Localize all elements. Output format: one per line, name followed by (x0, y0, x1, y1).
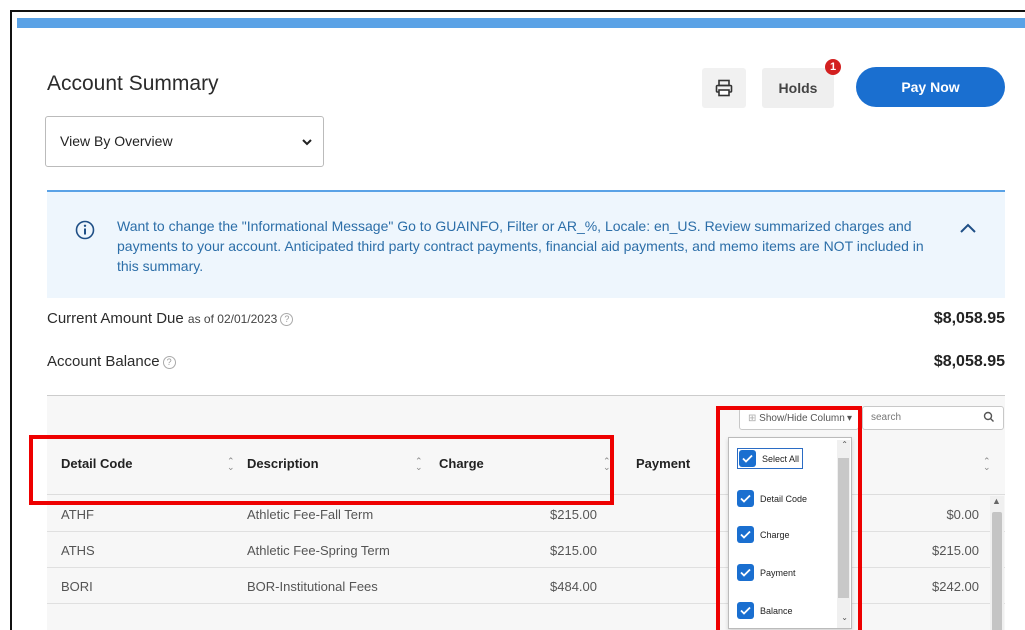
help-icon[interactable]: ? (162, 356, 176, 369)
highlight-box-column-menu (716, 406, 862, 630)
page-title: Account Summary (47, 72, 219, 95)
printer-icon (715, 79, 733, 97)
chevron-down-icon (302, 139, 312, 146)
page-frame: Account Summary Holds 1 Pay Now View By … (10, 10, 1025, 630)
print-button[interactable] (702, 68, 746, 108)
sort-icon[interactable]: ⌃ ⌄ (983, 457, 991, 472)
help-icon[interactable]: ? (280, 313, 294, 326)
scroll-up-icon[interactable]: ▲ (992, 496, 1001, 506)
column-header-payment[interactable]: Payment (636, 456, 690, 471)
info-message-box: Want to change the "Informational Messag… (47, 190, 1005, 298)
current-amount-due-label: Current Amount Due as of 02/01/2023? (47, 310, 294, 327)
top-accent-bar (17, 18, 1025, 28)
holds-button[interactable]: Holds (762, 68, 834, 108)
account-balance-label: Account Balance? (47, 353, 176, 370)
view-by-value: View By Overview (60, 133, 173, 149)
current-amount-due-value: $8,058.95 (933, 310, 1005, 327)
table-search-input[interactable]: search (862, 406, 1004, 430)
holds-count-badge: 1 (825, 59, 841, 75)
pay-now-button[interactable]: Pay Now (856, 67, 1005, 107)
highlight-box-table-headers (29, 435, 614, 505)
info-icon (75, 220, 95, 240)
view-by-select[interactable]: View By Overview (45, 116, 324, 167)
info-message-text: Want to change the "Informational Messag… (117, 218, 924, 274)
chevron-up-icon[interactable] (959, 222, 977, 234)
search-icon (983, 411, 994, 422)
account-balance-value: $8,058.95 (933, 353, 1005, 370)
due-date: as of 02/01/2023 (187, 312, 278, 326)
table-scrollbar-thumb[interactable] (992, 512, 1002, 630)
